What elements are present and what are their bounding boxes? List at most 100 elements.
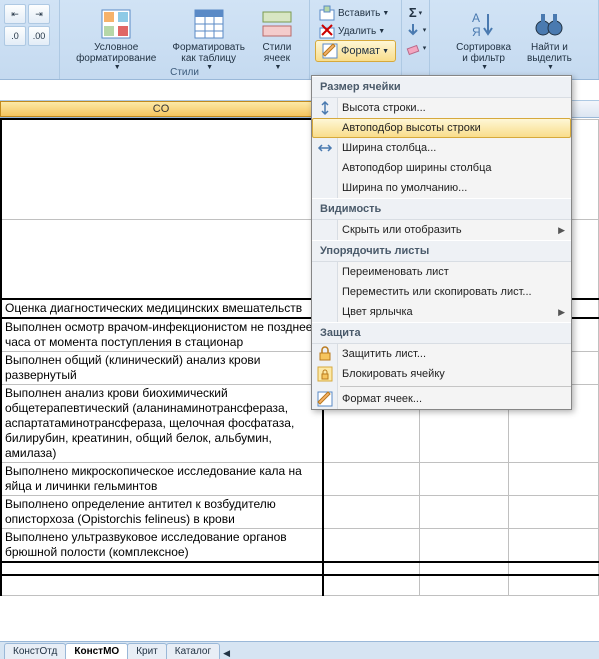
menu-move-copy-label: Переместить или скопировать лист... — [342, 286, 532, 298]
eraser-icon — [405, 40, 421, 56]
menu-row-height-label: Высота строки... — [342, 102, 426, 114]
menu-autofit-row-label: Автоподбор высоты строки — [342, 122, 481, 134]
insert-label: Вставить — [338, 8, 380, 19]
cell[interactable]: Выполнен осмотр врачом-инфекционистом не… — [1, 318, 323, 352]
menu-move-copy-sheet[interactable]: Переместить или скопировать лист... — [312, 282, 571, 302]
menu-protect-sheet[interactable]: Защитить лист... — [312, 344, 571, 364]
cell[interactable] — [323, 463, 419, 496]
indent-decrease-btn[interactable]: ⇤ — [4, 4, 26, 24]
sheet-tab[interactable]: Крит — [127, 643, 167, 659]
menu-hide-unhide[interactable]: Скрыть или отобразить ▶ — [312, 220, 571, 240]
sort-filter-button[interactable]: AЯ Сортировка и фильтр▼ — [452, 6, 515, 73]
cell[interactable] — [1, 119, 323, 219]
cell[interactable] — [323, 562, 419, 575]
menu-format-cells[interactable]: Формат ячеек... — [312, 389, 571, 409]
lock-icon — [316, 345, 334, 363]
sheet-tab-bar: КонстОтд КонстМО Крит Каталог ◀ — [0, 641, 599, 659]
svg-text:Я: Я — [472, 25, 481, 39]
cell[interactable] — [1, 219, 323, 299]
menu-tab-color[interactable]: Цвет ярлычка ▶ — [312, 302, 571, 322]
autosum-button[interactable]: Σ▾ — [407, 4, 424, 21]
dropdown-section-protection: Защита — [312, 322, 571, 344]
cell[interactable] — [1, 575, 323, 595]
conditional-formatting-button[interactable]: Условное форматирование▼ — [72, 6, 160, 73]
cell[interactable] — [509, 463, 599, 496]
cell[interactable] — [509, 496, 599, 529]
menu-autofit-column-width[interactable]: Автоподбор ширины столбца — [312, 158, 571, 178]
dropdown-section-cell-size: Размер ячейки — [312, 76, 571, 98]
menu-format-cells-label: Формат ячеек... — [342, 393, 422, 405]
decimal-decrease-icon: .0 — [11, 31, 19, 41]
format-button[interactable]: Формат▼ — [315, 40, 396, 62]
format-icon — [322, 43, 338, 59]
fill-button[interactable]: ▾ — [403, 21, 429, 39]
decimal-decrease-btn[interactable]: .0 — [4, 26, 26, 46]
cell[interactable] — [419, 496, 509, 529]
insert-button[interactable]: Вставить▼ — [315, 4, 396, 22]
menu-default-width[interactable]: Ширина по умолчанию... — [312, 178, 571, 198]
ribbon-fragment-left: ⇤ ⇥ .0 .00 — [0, 0, 60, 79]
cell[interactable] — [323, 496, 419, 529]
lock-cell-icon — [316, 365, 334, 383]
cell[interactable] — [419, 575, 509, 595]
cell[interactable] — [419, 463, 509, 496]
sheet-tab-active[interactable]: КонстМО — [65, 643, 128, 659]
column-header-selected[interactable]: CO — [0, 101, 322, 117]
ribbon-group-editing: AЯ Сортировка и фильтр▼ Найти и выделить… — [430, 0, 599, 79]
indent-increase-btn[interactable]: ⇥ — [28, 4, 50, 24]
menu-default-width-label: Ширина по умолчанию... — [342, 182, 467, 194]
cell-styles-icon — [261, 8, 293, 40]
chevron-down-icon: ▼ — [382, 10, 389, 17]
cell[interactable]: Выполнено ультразвуковое исследование ор… — [1, 529, 323, 563]
cell[interactable] — [323, 575, 419, 595]
conditional-formatting-icon — [100, 8, 132, 40]
conditional-formatting-label: Условное форматирование — [76, 42, 156, 64]
chevron-down-icon: ▾ — [423, 44, 427, 52]
delete-icon — [319, 23, 335, 39]
cell[interactable]: Выполнено микроскопическое исследование … — [1, 463, 323, 496]
sheet-tab[interactable]: Каталог — [166, 643, 220, 659]
tab-scroll-left-icon[interactable]: ◀ — [219, 648, 234, 659]
format-as-table-button[interactable]: Форматировать как таблицу▼ — [168, 6, 249, 73]
dropdown-section-visibility: Видимость — [312, 198, 571, 220]
cell[interactable]: Выполнен общий (клинический) анализ кров… — [1, 352, 323, 385]
cell[interactable] — [419, 529, 509, 563]
cell[interactable]: Оценка диагностических медицинских вмеша… — [1, 299, 323, 318]
insert-icon — [319, 5, 335, 21]
sheet-tab[interactable]: КонстОтд — [4, 643, 66, 659]
chevron-right-icon: ▶ — [558, 225, 565, 236]
menu-lock-cell[interactable]: Блокировать ячейку — [312, 364, 571, 384]
column-width-icon — [316, 139, 334, 157]
cell-styles-button[interactable]: Стили ячеек▼ — [257, 6, 297, 73]
dropdown-section-organize: Упорядочить листы — [312, 240, 571, 262]
column-header-label: CO — [153, 103, 170, 115]
menu-rename-label: Переименовать лист — [342, 266, 449, 278]
menu-column-width[interactable]: Ширина столбца... — [312, 138, 571, 158]
svg-text:A: A — [472, 11, 480, 25]
dropdown-separator — [340, 386, 571, 387]
format-as-table-label: Форматировать как таблицу — [172, 42, 245, 64]
menu-rename-sheet[interactable]: Переименовать лист — [312, 262, 571, 282]
format-as-table-icon — [193, 8, 225, 40]
cell[interactable] — [509, 562, 599, 575]
cell[interactable]: Выполнен анализ крови биохимический обще… — [1, 385, 323, 463]
cell[interactable] — [323, 529, 419, 563]
delete-button[interactable]: Удалить▼ — [315, 22, 396, 40]
chevron-down-icon: ▼ — [382, 48, 389, 55]
menu-tab-color-label: Цвет ярлычка — [342, 306, 413, 318]
cell[interactable]: Выполнено определение антител к возбудит… — [1, 496, 323, 529]
indent-decrease-icon: ⇤ — [11, 9, 19, 20]
menu-protect-sheet-label: Защитить лист... — [342, 348, 426, 360]
cell[interactable] — [419, 562, 509, 575]
clear-button[interactable]: ▾ — [403, 39, 429, 57]
format-dropdown: Размер ячейки Высота строки... Автоподбо… — [311, 75, 572, 410]
decimal-increase-btn[interactable]: .00 — [28, 26, 50, 46]
cell[interactable] — [509, 529, 599, 563]
menu-autofit-row-height[interactable]: Автоподбор высоты строки — [312, 118, 571, 138]
cell[interactable] — [509, 575, 599, 595]
sort-filter-label: Сортировка и фильтр — [456, 42, 511, 64]
find-select-button[interactable]: Найти и выделить▼ — [523, 6, 576, 73]
chevron-right-icon: ▶ — [558, 307, 565, 318]
menu-row-height[interactable]: Высота строки... — [312, 98, 571, 118]
cell[interactable] — [1, 562, 323, 575]
